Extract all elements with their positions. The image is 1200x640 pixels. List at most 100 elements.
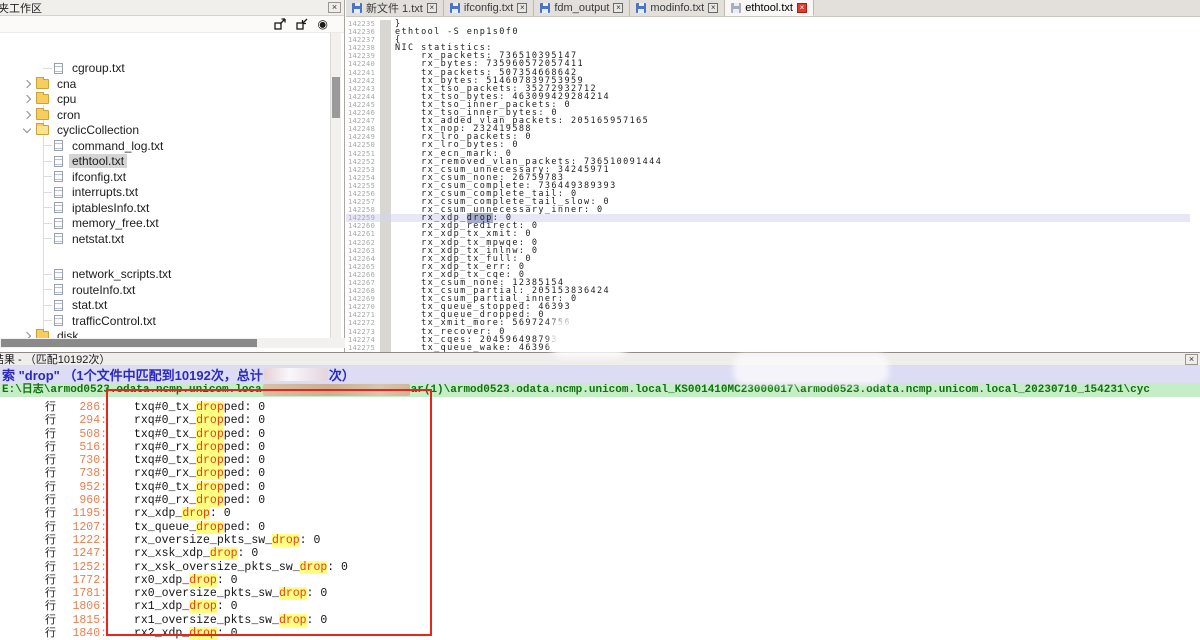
result-line-number: 1806: [61,600,107,613]
results-close-icon[interactable]: × [1185,354,1198,365]
bookmark-margin [380,239,391,247]
tab-ethtool.txt[interactable]: ethtool.txt× [725,0,814,16]
line-number: 142240 [346,60,380,68]
tree-vertical-scrollbar[interactable] [330,33,341,338]
bookmark-margin [380,230,391,238]
result-line-number: 516: [61,441,107,454]
line-number: 142254 [346,174,380,182]
bookmark-margin [380,214,391,222]
bookmark-margin [380,60,391,68]
tree-file-memory_free.txt[interactable]: memory_free.txt [0,215,162,231]
tree-folder-cpu[interactable]: cpu [0,91,79,107]
tree-file-cgroup.txt[interactable]: cgroup.txt [0,60,128,76]
tree-item-label: cron [54,108,83,122]
chevron-down-icon[interactable] [23,124,31,132]
tree-folder-disk[interactable]: disk [0,328,81,338]
workspace-close-icon[interactable]: × [328,2,341,13]
result-row-label: 行 [45,454,61,467]
result-row-label: 行 [45,467,61,480]
bookmark-margin [380,117,391,125]
tab-close-icon[interactable]: × [708,3,718,13]
bookmark-margin [380,344,391,352]
tree-file-routeInfo.txt[interactable]: routeInfo.txt [0,282,138,298]
line-number: 142273 [346,328,380,336]
tab-新文件 1.txt[interactable]: 新文件 1.txt× [346,0,444,16]
search-summary-suffix: 次） [329,366,355,383]
result-line-number: 294: [61,414,107,427]
tab-ifconfig.txt[interactable]: ifconfig.txt× [444,0,535,16]
result-row-label: 行 [45,627,61,640]
bookmark-margin [380,319,391,327]
locate-current-file-icon[interactable]: ◉ [318,18,328,30]
search-summary-prefix: 索 "drop" （1个文件中匹配到10192次，总计 [2,366,263,383]
tab-close-icon[interactable]: × [797,3,807,13]
result-line-number: 1840: [61,627,107,640]
result-row-label: 行 [45,574,61,587]
tree-folder-cna[interactable]: cna [0,76,79,92]
result-line-number: 1772: [61,574,107,587]
tab-label: ifconfig.txt [464,2,514,14]
chevron-right-icon[interactable] [23,95,31,103]
save-state-icon [731,3,741,13]
folder-icon [36,110,49,120]
line-number: 142261 [346,230,380,238]
result-line-number: 738: [61,467,107,480]
tab-close-icon[interactable]: × [427,3,437,13]
tree-horizontal-scrollbar-thumb[interactable] [1,339,257,347]
chevron-right-icon[interactable] [23,110,31,118]
bookmark-margin [380,44,391,52]
tree-file-stat.txt[interactable]: stat.txt [0,297,110,313]
tab-close-icon[interactable]: × [517,3,527,13]
tree-folder-cyclicCollection[interactable]: cyclicCollection [0,122,142,138]
line-number: 142259 [346,214,380,222]
tree-vertical-scrollbar-thumb[interactable] [332,77,340,118]
collapse-all-icon[interactable] [296,18,308,30]
tree-horizontal-scrollbar[interactable] [0,338,345,348]
editor-line[interactable]: 142236ethtool -S enp1s0f0 [346,28,1190,36]
tree-file-interrupts.txt[interactable]: interrupts.txt [0,184,141,200]
line-text: ethtool -S enp1s0f0 [395,28,519,36]
tree-item-label: network_scripts.txt [69,267,174,281]
tab-close-icon[interactable]: × [613,3,623,13]
tree-folder-cron[interactable]: cron [0,107,83,123]
folder-icon [36,79,49,89]
bookmark-margin [380,77,391,85]
tree-file-ifconfig.txt[interactable]: ifconfig.txt [0,169,129,185]
line-number: 142238 [346,44,380,52]
results-titlebar: 结果 - （匹配10192次） × [0,353,1200,366]
tree-item-label: iptablesInfo.txt [69,201,152,215]
line-number: 142253 [346,166,380,174]
chevron-right-icon[interactable] [23,79,31,87]
bookmark-margin [380,255,391,263]
result-line-number: 1252: [61,561,107,574]
line-number: 142268 [346,287,380,295]
tree-file-netstat.txt[interactable]: netstat.txt [0,231,127,247]
bookmark-margin [380,133,391,141]
workspace-titlebar: 夹工作区 × [0,0,344,16]
bookmark-margin [380,166,391,174]
result-file-path-right: ar(1)\armod0523.odata.ncmp.unicom.local_… [411,383,1150,397]
tab-fdm_output[interactable]: fdm_output× [534,0,630,16]
editor-panel: 新文件 1.txt×ifconfig.txt×fdm_output×modinf… [346,0,1200,352]
bookmark-margin [380,271,391,279]
line-number: 142249 [346,133,380,141]
workspace-tree: cgroup.txtcnacpucroncyclicCollectioncomm… [0,33,330,338]
editor-line[interactable]: 142275 tx_queue_wake: 46396 [346,344,1190,352]
result-row-label: 行 [45,547,61,560]
tree-file-command_log.txt[interactable]: command_log.txt [0,138,166,154]
tree-file-iptablesInfo.txt[interactable]: iptablesInfo.txt [0,200,152,216]
bookmark-margin [380,328,391,336]
tab-modinfo.txt[interactable]: modinfo.txt× [630,0,725,16]
bookmark-margin [380,125,391,133]
search-summary-line[interactable]: 索 "drop" （1个文件中匹配到10192次，总计 次） [0,366,1200,383]
line-number: 142260 [346,222,380,230]
editor-text-area[interactable]: 142235}142236ethtool -S enp1s0f0142237{1… [346,17,1190,352]
tree-item-label: ifconfig.txt [69,170,129,184]
bookmark-margin [380,158,391,166]
bookmark-margin [380,36,391,44]
tree-file-ethtool.txt[interactable]: ethtool.txt [0,153,127,169]
tree-file-network_scripts.txt[interactable]: network_scripts.txt [0,266,174,282]
tree-file-trafficControl.txt[interactable]: trafficControl.txt [0,313,159,329]
line-number: 142266 [346,271,380,279]
expand-all-icon[interactable] [274,18,286,30]
